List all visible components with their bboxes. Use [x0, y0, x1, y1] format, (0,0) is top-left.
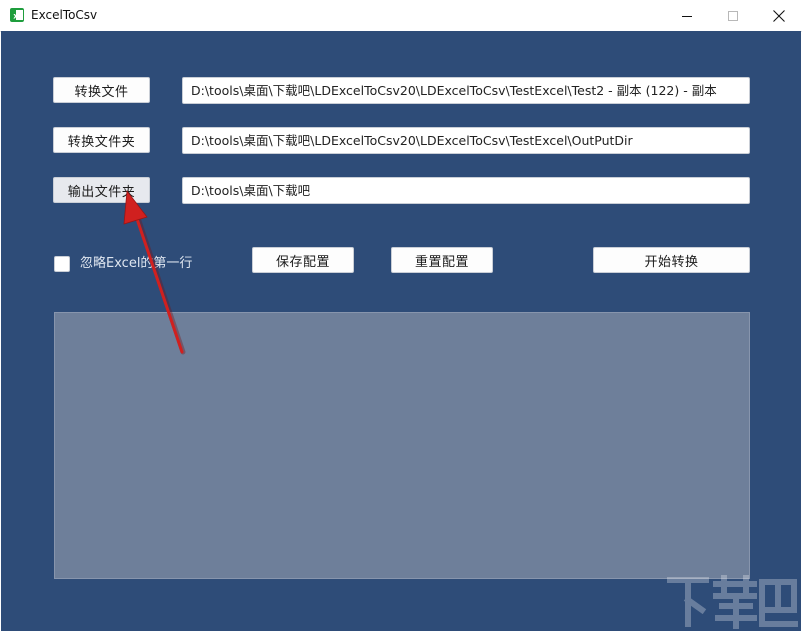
output-folder-button[interactable]: 输出文件夹 [53, 177, 150, 203]
svg-text:x: x [13, 12, 19, 21]
maximize-button[interactable] [710, 0, 756, 31]
convert-file-button[interactable]: 转换文件 [53, 77, 150, 103]
ignore-first-row-label: 忽略Excel的第一行 [80, 256, 193, 271]
reset-config-button[interactable]: 重置配置 [391, 247, 493, 273]
minimize-icon [682, 15, 692, 17]
close-icon [773, 9, 785, 22]
main-panel: 转换文件 D:\tools\桌面\下载吧\LDExcelToCsv20\LDEx… [1, 31, 801, 631]
output-folder-path-field[interactable]: D:\tools\桌面\下载吧 [182, 177, 750, 204]
close-button[interactable] [756, 0, 802, 31]
title-bar: x ExcelToCsv [0, 0, 802, 32]
output-log-area[interactable] [54, 312, 750, 579]
excel-app-icon: x [10, 8, 24, 22]
window-title: ExcelToCsv [31, 8, 98, 22]
save-config-button[interactable]: 保存配置 [252, 247, 354, 273]
minimize-button[interactable] [664, 0, 710, 31]
start-convert-button[interactable]: 开始转换 [593, 247, 750, 273]
convert-file-path-field[interactable]: D:\tools\桌面\下载吧\LDExcelToCsv20\LDExcelTo… [182, 77, 750, 104]
convert-folder-path-field[interactable]: D:\tools\桌面\下载吧\LDExcelToCsv20\LDExcelTo… [182, 127, 750, 154]
maximize-icon [728, 10, 738, 21]
ignore-first-row-checkbox[interactable] [54, 256, 70, 272]
watermark-logo-icon [667, 575, 798, 629]
convert-folder-button[interactable]: 转换文件夹 [53, 127, 150, 153]
